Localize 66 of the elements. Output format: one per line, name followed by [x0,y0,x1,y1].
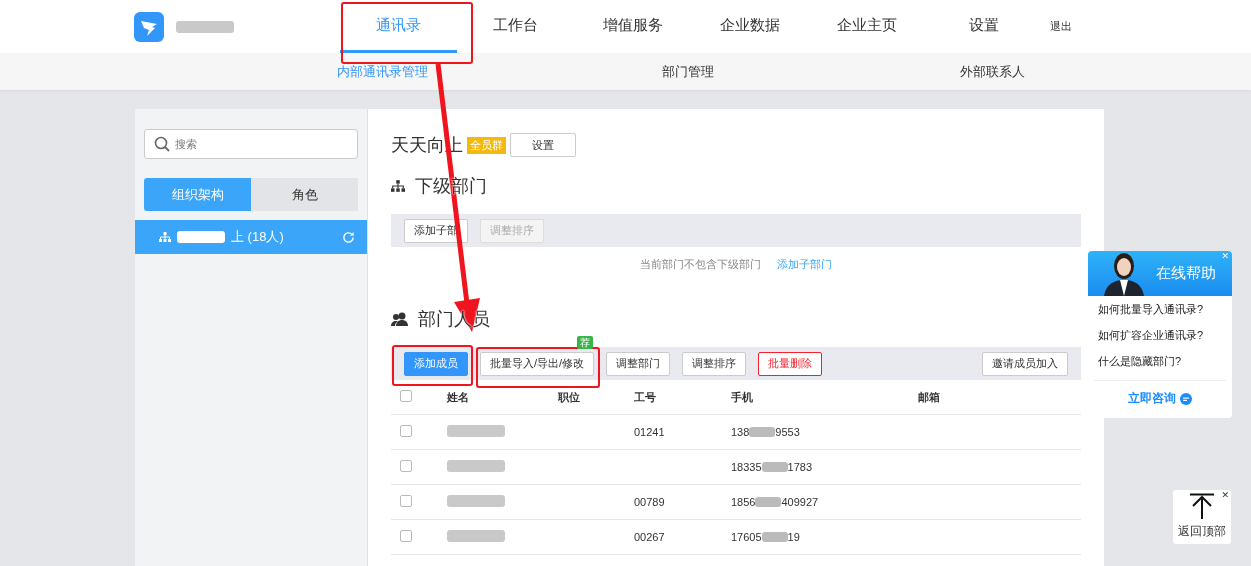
redacted-text [176,20,234,33]
close-icon[interactable]: ✕ [1221,490,1229,500]
recommend-badge: 荐 [577,335,594,349]
empty-message: 当前部门不包含下级部门 [640,258,762,270]
users-icon [391,312,408,326]
column-header: 姓名 [447,389,470,405]
back-to-top-label: 返回顶部 [1178,523,1226,540]
redacted-text [447,460,505,472]
search-icon [154,136,170,152]
help-question-link[interactable]: 如何扩容企业通讯录? [1088,322,1232,348]
row-checkbox[interactable] [400,530,412,542]
redacted-text [761,532,788,542]
table-cell: 18335 [731,461,762,473]
row-checkbox[interactable] [400,495,412,507]
redacted-text [755,497,782,507]
search-field[interactable]: 搜索 [144,129,358,159]
sidebar-tab[interactable]: 角色 [251,178,358,211]
subnav-tab[interactable]: 外部联系人 [840,62,1145,81]
settings-button[interactable]: 设置 [510,133,576,157]
toolbar-button[interactable]: 批量导入/导出/修改 [480,351,595,376]
table-cell: 9553 [775,426,800,438]
redacted-text [177,231,225,243]
row-checkbox[interactable] [400,460,412,472]
table-cell: 19 [787,531,800,543]
help-question-link[interactable]: 如何批量导入通讯录? [1088,296,1232,322]
chat-bubble-icon [1180,392,1192,405]
table-cell: 00789 [634,496,665,508]
table-cell: 138 [731,426,750,438]
toolbar-button[interactable]: 调整排序 [682,351,747,376]
app-logo-icon [134,11,164,42]
column-header: 邮箱 [918,389,940,405]
column-header: 工号 [634,389,657,405]
table-cell: 00267 [634,531,665,543]
table-cell: 1783 [787,461,813,473]
redacted-text [761,462,788,472]
refresh-icon[interactable] [342,230,355,244]
invite-button[interactable]: 邀请成员加入 [982,351,1068,376]
nav-tab[interactable]: 企业主页 [808,0,925,53]
nav-tab[interactable]: 企业数据 [691,0,808,53]
logout-link[interactable]: 退出 [1050,19,1072,34]
up-arrow-icon [1189,493,1215,519]
table-cell: 17605 [731,531,762,543]
redacted-text [447,530,505,542]
nav-tab[interactable]: 增值服务 [574,0,691,53]
column-header: 手机 [731,389,754,405]
redacted-text [749,427,776,437]
nav-tab[interactable]: 设置 [925,0,1042,53]
select-all-checkbox[interactable] [400,390,412,402]
table-cell: 1856 [731,496,756,508]
row-checkbox[interactable] [400,425,412,437]
group-badge: 全员群 [467,136,506,154]
org-chart-icon [391,180,405,192]
help-question-link[interactable]: 什么是隐藏部门? [1088,348,1232,374]
redacted-text [447,495,505,507]
table-cell: 01241 [634,426,665,438]
toolbar-button[interactable]: 批量删除 [758,351,823,376]
toolbar-button[interactable]: 调整部门 [606,351,671,376]
table-cell: 409927 [781,496,819,508]
nav-tab[interactable]: 工作台 [457,0,574,53]
subnav-tab[interactable]: 部门管理 [535,62,840,81]
tree-item-label: 上 (18人) [231,228,284,246]
back-to-top-button[interactable]: ✕ 返回顶部 [1173,490,1231,544]
redacted-text [447,425,505,437]
column-header: 职位 [558,389,581,405]
org-chart-icon [159,232,171,242]
help-title: 在线帮助 [1156,264,1216,283]
